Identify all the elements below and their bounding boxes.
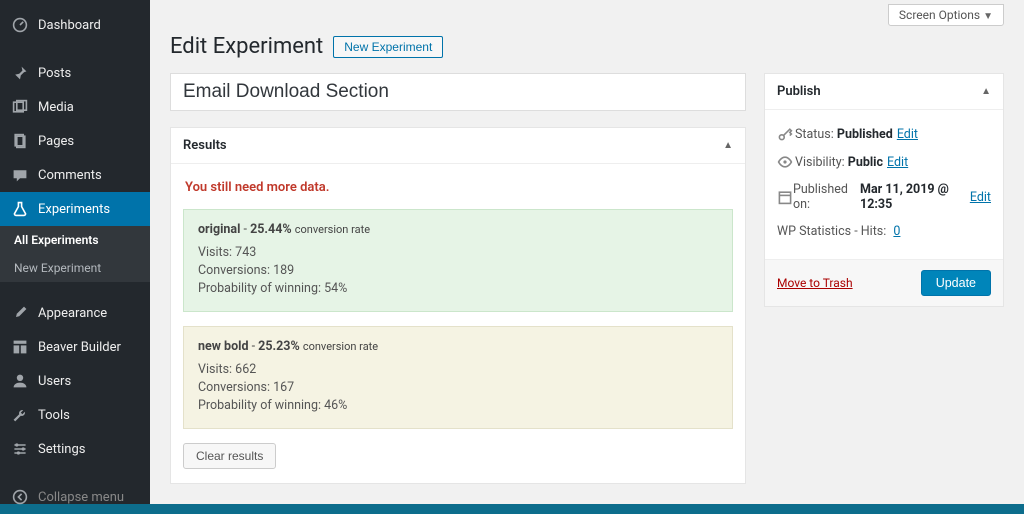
sidebar-item-experiments[interactable]: Experiments [0, 192, 150, 226]
brush-icon [10, 303, 30, 323]
dashboard-icon [10, 15, 30, 35]
key-icon [777, 126, 795, 142]
sidebar-item-tools[interactable]: Tools [0, 398, 150, 432]
experiment-title-input[interactable] [170, 73, 746, 111]
variant-card-new-bold: new bold - 25.23% conversion rate Visits… [183, 326, 733, 429]
new-experiment-button[interactable]: New Experiment [333, 36, 443, 58]
sidebar-item-media[interactable]: Media [0, 90, 150, 124]
variant-conversions: 167 [273, 380, 294, 395]
sidebar-item-posts[interactable]: Posts [0, 56, 150, 90]
sidebar-item-comments[interactable]: Comments [0, 158, 150, 192]
wrench-icon [10, 405, 30, 425]
sidebar-item-beaver-builder[interactable]: Beaver Builder [0, 330, 150, 364]
sidebar-item-label: Experiments [38, 202, 110, 217]
publish-date-row: Published on: Mar 11, 2019 @ 12:35 Edit [777, 176, 991, 218]
sidebar-item-label: Users [38, 374, 71, 389]
variant-rate: 25.44% [250, 222, 292, 237]
submenu-new-experiment[interactable]: New Experiment [0, 254, 150, 282]
page-title: Edit Experiment [170, 34, 323, 59]
sidebar-item-collapse[interactable]: Collapse menu [0, 480, 150, 514]
screen-options-toggle[interactable]: Screen Options ▼ [888, 4, 1004, 26]
pin-icon [10, 63, 30, 83]
sidebar-item-label: Comments [38, 168, 102, 183]
publish-date-value: Mar 11, 2019 @ 12:35 [860, 182, 966, 212]
sidebar-item-label: Dashboard [38, 18, 101, 33]
variant-card-original: original - 25.44% conversion rate Visits… [183, 209, 733, 312]
media-icon [10, 97, 30, 117]
publish-status-row: Status: Published Edit [777, 120, 991, 148]
sliders-icon [10, 439, 30, 459]
user-icon [10, 371, 30, 391]
update-button[interactable]: Update [921, 270, 991, 296]
publish-visibility-row: Visibility: Public Edit [777, 148, 991, 176]
visibility-value: Public [848, 155, 883, 170]
submenu-all-experiments[interactable]: All Experiments [0, 226, 150, 254]
results-heading: Results [183, 138, 227, 153]
eye-icon [777, 154, 795, 170]
clear-results-button[interactable]: Clear results [183, 443, 276, 469]
sidebar-item-settings[interactable]: Settings [0, 432, 150, 466]
sidebar-item-dashboard[interactable]: Dashboard [0, 8, 150, 42]
chevron-up-icon: ▲ [981, 86, 991, 97]
collapse-icon [10, 487, 30, 507]
wp-stats-row: WP Statistics - Hits: 0 [777, 218, 991, 245]
sidebar-item-users[interactable]: Users [0, 364, 150, 398]
need-more-data-message: You still need more data. [183, 174, 733, 209]
layout-icon [10, 337, 30, 357]
main-content: Screen Options ▼ Edit Experiment New Exp… [150, 0, 1024, 504]
screen-options-label: Screen Options [899, 8, 980, 22]
variant-probability: 54% [324, 281, 347, 296]
admin-sidebar: Dashboard Posts Media Pages Comments Exp… [0, 0, 150, 504]
publish-heading: Publish [777, 84, 821, 99]
publish-panel: Publish ▲ Status: Published Edit Visibil [764, 73, 1004, 307]
variant-rate-suffix: conversion rate [295, 223, 370, 236]
sidebar-submenu: All Experiments New Experiment [0, 226, 150, 282]
flask-icon [10, 199, 30, 219]
sidebar-item-label: Beaver Builder [38, 340, 121, 355]
results-panel: Results ▲ You still need more data. orig… [170, 127, 746, 484]
page-icon [10, 131, 30, 151]
edit-status-link[interactable]: Edit [897, 127, 918, 142]
sidebar-item-label: Tools [38, 408, 70, 423]
variant-name: original [198, 222, 240, 237]
edit-date-link[interactable]: Edit [970, 190, 991, 205]
calendar-icon [777, 189, 793, 205]
sidebar-item-appearance[interactable]: Appearance [0, 296, 150, 330]
sidebar-item-label: Posts [38, 66, 71, 81]
wp-stats-hits[interactable]: 0 [893, 224, 900, 239]
results-panel-head[interactable]: Results ▲ [171, 128, 745, 164]
publish-panel-head[interactable]: Publish ▲ [765, 74, 1003, 110]
status-value: Published [837, 127, 893, 142]
sidebar-item-label: Appearance [38, 306, 107, 321]
variant-visits: 662 [235, 362, 256, 377]
sidebar-item-pages[interactable]: Pages [0, 124, 150, 158]
sidebar-item-label: Settings [38, 442, 85, 457]
variant-visits: 743 [235, 245, 256, 260]
variant-rate: 25.23% [258, 339, 300, 354]
edit-visibility-link[interactable]: Edit [887, 155, 908, 170]
variant-name: new bold [198, 339, 248, 354]
move-to-trash-link[interactable]: Move to Trash [777, 276, 853, 290]
variant-probability: 46% [324, 398, 347, 413]
comment-icon [10, 165, 30, 185]
sidebar-item-label: Pages [38, 134, 74, 149]
sidebar-item-label: Collapse menu [38, 490, 124, 505]
variant-conversions: 189 [273, 263, 294, 278]
chevron-up-icon: ▲ [723, 140, 733, 151]
sidebar-item-label: Media [38, 100, 74, 115]
variant-rate-suffix: conversion rate [303, 340, 378, 353]
chevron-down-icon: ▼ [983, 11, 993, 22]
